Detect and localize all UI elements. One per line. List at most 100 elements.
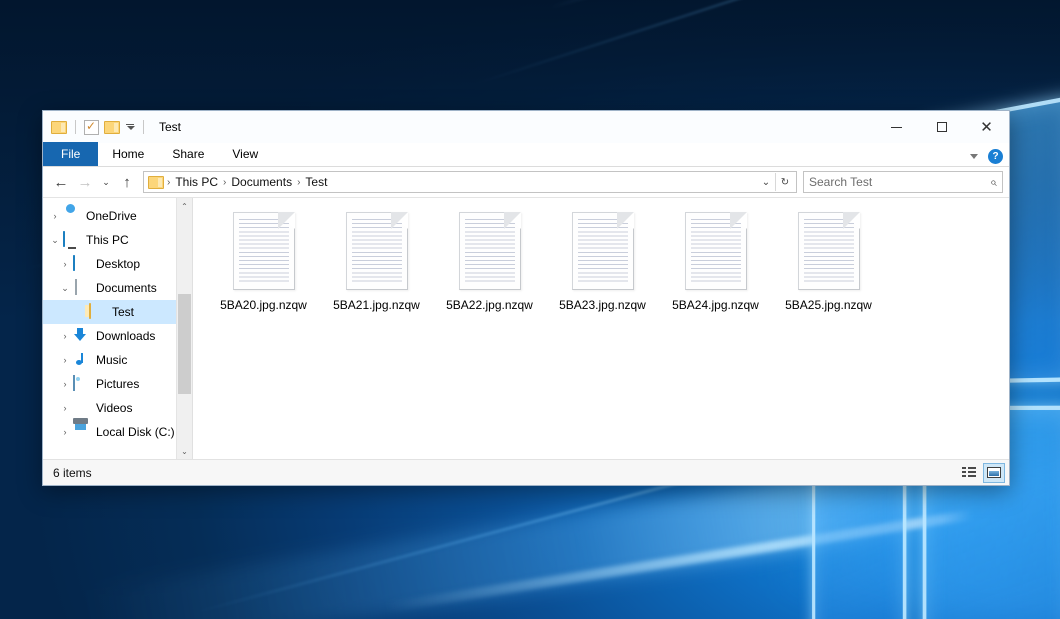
chevron-down-icon[interactable]: ⌄	[757, 172, 775, 192]
chevron-down-icon[interactable]	[970, 154, 978, 159]
file-grid: 5BA20.jpg.nzqw 5BA21.jpg.nzqw 5BA22.jpg.…	[207, 208, 1003, 336]
sidebar-item-documents[interactable]: ⌄ Documents	[43, 276, 192, 300]
file-list-pane[interactable]: 5BA20.jpg.nzqw 5BA21.jpg.nzqw 5BA22.jpg.…	[193, 198, 1009, 459]
breadcrumb-item-documents[interactable]: Documents	[227, 175, 296, 189]
item-count: 6 items	[53, 466, 92, 480]
expander-icon[interactable]: ›	[57, 427, 73, 437]
expander-icon[interactable]: ›	[57, 379, 73, 389]
sidebar-item-this-pc[interactable]: ⌄ This PC	[43, 228, 192, 252]
generic-file-icon	[798, 212, 860, 290]
scroll-down-icon[interactable]: ⌄	[177, 443, 192, 459]
file-item[interactable]: 5BA24.jpg.nzqw	[659, 208, 772, 336]
sidebar-item-local-disk[interactable]: › Local Disk (C:)	[43, 420, 192, 444]
sidebar-item-label: OneDrive	[86, 209, 137, 223]
sidebar-item-music[interactable]: › Music	[43, 348, 192, 372]
expander-icon[interactable]: ›	[57, 355, 73, 365]
properties-checkbox-icon[interactable]	[84, 120, 99, 135]
music-icon	[73, 352, 91, 368]
desktop: Test ✕ File Home Share View ? ← → ⌄ ↑	[0, 0, 1060, 619]
local-disk-icon	[73, 424, 91, 440]
refresh-icon[interactable]: ↻	[776, 172, 794, 192]
this-pc-icon	[63, 232, 81, 248]
generic-file-icon	[346, 212, 408, 290]
large-icons-view-button[interactable]	[983, 463, 1005, 483]
file-explorer-window: Test ✕ File Home Share View ? ← → ⌄ ↑	[42, 110, 1010, 486]
tab-file[interactable]: File	[43, 142, 98, 166]
sidebar-item-label: Pictures	[96, 377, 139, 391]
expander-icon[interactable]: ›	[57, 403, 73, 413]
new-folder-icon[interactable]	[104, 121, 120, 134]
generic-file-icon	[572, 212, 634, 290]
documents-icon	[73, 280, 91, 296]
title-bar: Test ✕	[43, 111, 1009, 143]
expander-icon[interactable]: ›	[57, 259, 73, 269]
tab-share[interactable]: Share	[158, 142, 218, 166]
navigation-pane: › OneDrive ⌄ This PC › Desktop	[43, 198, 193, 459]
scroll-up-icon[interactable]: ⌃	[177, 198, 192, 214]
sidebar-scrollbar[interactable]: ⌃ ⌄	[176, 198, 192, 459]
onedrive-icon	[63, 208, 81, 224]
sidebar-item-videos[interactable]: › Videos	[43, 396, 192, 420]
status-bar: 6 items	[43, 459, 1009, 485]
close-button[interactable]: ✕	[964, 111, 1009, 143]
file-name: 5BA25.jpg.nzqw	[785, 298, 872, 312]
breadcrumb-item-this-pc[interactable]: This PC	[171, 175, 222, 189]
details-view-button[interactable]	[958, 463, 980, 483]
sidebar-item-desktop[interactable]: › Desktop	[43, 252, 192, 276]
divider	[143, 120, 144, 134]
file-item[interactable]: 5BA25.jpg.nzqw	[772, 208, 885, 336]
scrollbar-thumb[interactable]	[178, 294, 191, 394]
sidebar-item-onedrive[interactable]: › OneDrive	[43, 204, 192, 228]
address-bar-actions: ⌄ ↻	[757, 172, 794, 192]
sidebar-item-label: Local Disk (C:)	[96, 425, 175, 439]
forward-button[interactable]: →	[73, 170, 97, 194]
file-name: 5BA24.jpg.nzqw	[672, 298, 759, 312]
expander-icon[interactable]: ⌄	[47, 235, 63, 246]
address-input[interactable]: › This PC › Documents › Test ⌄ ↻	[143, 171, 797, 193]
file-item[interactable]: 5BA21.jpg.nzqw	[320, 208, 433, 336]
view-mode-buttons	[958, 463, 1005, 483]
expander-icon[interactable]: ›	[57, 331, 73, 341]
sidebar-item-label: This PC	[86, 233, 129, 247]
file-item[interactable]: 5BA23.jpg.nzqw	[546, 208, 659, 336]
folder-icon[interactable]	[51, 121, 67, 134]
up-button[interactable]: ↑	[115, 170, 139, 194]
divider	[75, 120, 76, 134]
help-button[interactable]: ?	[988, 149, 1003, 164]
recent-locations-button[interactable]: ⌄	[97, 170, 115, 194]
sidebar-item-label: Documents	[96, 281, 157, 295]
expander-icon[interactable]: ⌄	[57, 283, 73, 294]
close-icon: ✕	[980, 120, 993, 135]
ribbon-tabs: File Home Share View ?	[43, 143, 1009, 167]
chevron-down-icon[interactable]	[125, 124, 135, 130]
file-item[interactable]: 5BA22.jpg.nzqw	[433, 208, 546, 336]
file-item[interactable]: 5BA20.jpg.nzqw	[207, 208, 320, 336]
expander-icon[interactable]: ›	[47, 211, 63, 221]
details-view-icon	[962, 467, 976, 479]
maximize-button[interactable]	[919, 111, 964, 143]
search-box[interactable]: Search Test ⌕	[803, 171, 1003, 193]
sidebar-item-label: Downloads	[96, 329, 155, 343]
sidebar-item-label: Music	[96, 353, 127, 367]
sidebar-item-pictures[interactable]: › Pictures	[43, 372, 192, 396]
file-name: 5BA22.jpg.nzqw	[446, 298, 533, 312]
tab-home[interactable]: Home	[98, 142, 158, 166]
folder-icon	[89, 304, 107, 320]
breadcrumb-item-test[interactable]: Test	[301, 175, 331, 189]
tab-view[interactable]: View	[218, 142, 272, 166]
file-name: 5BA23.jpg.nzqw	[559, 298, 646, 312]
downloads-icon	[73, 328, 91, 344]
minimize-button[interactable]	[874, 111, 919, 143]
sidebar-item-test[interactable]: Test	[43, 300, 192, 324]
search-input[interactable]: Search Test	[809, 175, 990, 189]
sidebar-item-label: Videos	[96, 401, 132, 415]
folder-tree: › OneDrive ⌄ This PC › Desktop	[43, 198, 192, 444]
videos-icon	[73, 400, 91, 416]
generic-file-icon	[459, 212, 521, 290]
window-controls: ✕	[874, 111, 1009, 143]
back-button[interactable]: ←	[49, 170, 73, 194]
sidebar-item-downloads[interactable]: › Downloads	[43, 324, 192, 348]
file-name: 5BA20.jpg.nzqw	[220, 298, 307, 312]
address-bar-row: ← → ⌄ ↑ › This PC › Documents › Test ⌄ ↻	[43, 167, 1009, 197]
file-name: 5BA21.jpg.nzqw	[333, 298, 420, 312]
